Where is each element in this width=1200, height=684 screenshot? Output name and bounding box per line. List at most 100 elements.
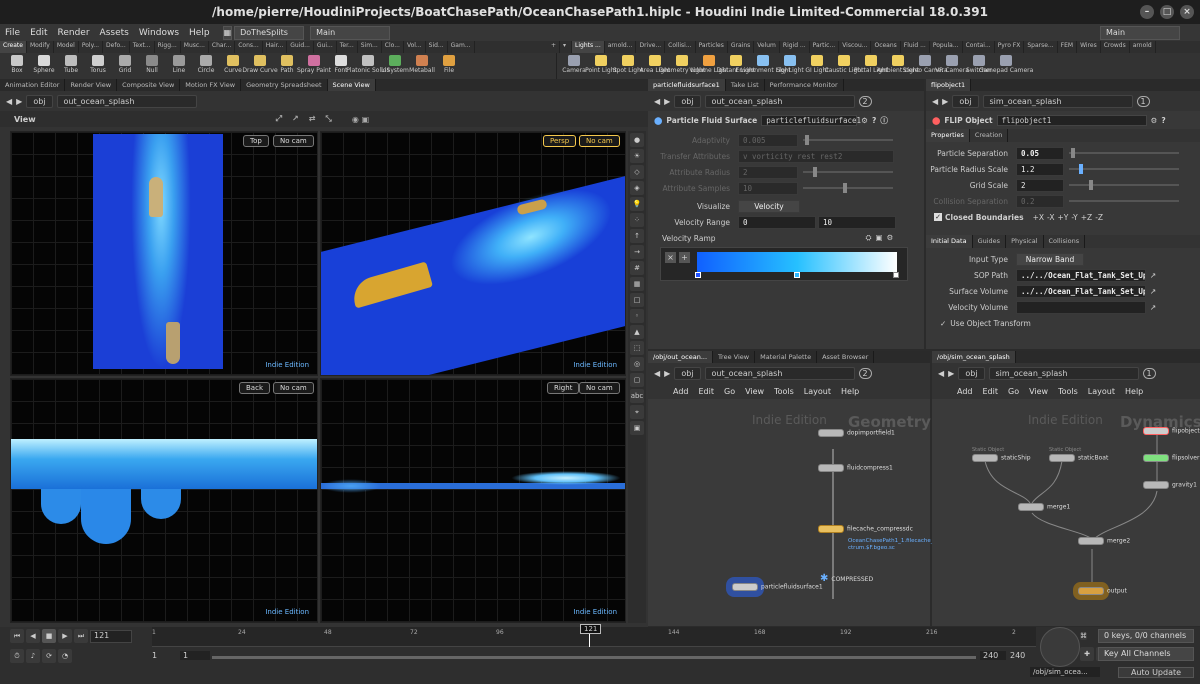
node-merge2[interactable]: merge2 bbox=[1078, 537, 1130, 545]
shelf-tool-null[interactable]: Null bbox=[139, 53, 165, 79]
tab-creation[interactable]: Creation bbox=[970, 129, 1009, 142]
shelf-add-icon[interactable]: + bbox=[548, 41, 560, 53]
adaptivity-field[interactable]: 0.005 bbox=[738, 133, 798, 147]
shelf-tool-box[interactable]: Box bbox=[4, 53, 30, 79]
shelf-tool-spot-light[interactable]: Spot Light bbox=[613, 53, 643, 79]
auto-update-button[interactable]: Auto Update bbox=[1118, 667, 1194, 678]
shelf-tool-spray-paint[interactable]: Spray Paint bbox=[297, 53, 331, 79]
node-chooser-icon[interactable]: ↗ bbox=[1150, 303, 1156, 312]
viewport-right-view-button[interactable]: Right bbox=[547, 382, 580, 394]
shelf-tool-line[interactable]: Line bbox=[166, 53, 192, 79]
particle-separation-field[interactable]: 0.05 bbox=[1016, 146, 1064, 160]
sound-icon[interactable]: ♪ bbox=[26, 649, 40, 663]
grid-toggle-icon[interactable]: ▦ bbox=[630, 277, 644, 291]
shelf-tool-environment-light[interactable]: Environment Light bbox=[735, 53, 791, 79]
tab-network[interactable]: /obj/out_ocean... bbox=[648, 351, 714, 363]
node-particlefluidsurface1[interactable]: particlefluidsurface1 bbox=[732, 583, 823, 591]
shelf-tool-gi-light[interactable]: GI Light bbox=[804, 53, 830, 79]
global-start-frame[interactable]: 1 bbox=[152, 651, 178, 660]
node-output[interactable]: output bbox=[1078, 587, 1127, 595]
net-help-menu[interactable]: Help bbox=[836, 387, 864, 396]
attribute-samples-field[interactable]: 10 bbox=[738, 181, 798, 195]
shelf-tab[interactable]: Wires bbox=[1077, 41, 1101, 53]
axis-pz-toggle[interactable]: +Z bbox=[1081, 213, 1092, 222]
shelf-tool-font[interactable]: Font bbox=[328, 53, 354, 79]
axis-px-toggle[interactable]: +X bbox=[1033, 213, 1044, 222]
help-icon[interactable]: ? bbox=[1161, 116, 1165, 125]
shelf-tab[interactable]: Hair... bbox=[263, 41, 288, 53]
shelf-tool-vr-camera[interactable]: VR Camera bbox=[935, 53, 969, 79]
close-icon[interactable]: × bbox=[1180, 5, 1194, 19]
forward-icon[interactable]: ▶ bbox=[16, 97, 22, 106]
shelf-tab[interactable]: Musc... bbox=[181, 41, 209, 53]
shelf-tool-camera[interactable]: Camera bbox=[561, 53, 587, 79]
back-icon[interactable]: ◀ bbox=[932, 97, 938, 106]
step-back-icon[interactable]: ◀ bbox=[26, 629, 40, 643]
tab-guides[interactable]: Guides bbox=[973, 235, 1007, 248]
tab-initial-data[interactable]: Initial Data bbox=[926, 235, 973, 248]
viewport-persp[interactable]: Persp No cam Indie Edition bbox=[320, 131, 626, 376]
viewport-top-cam-button[interactable]: No cam bbox=[273, 135, 314, 147]
jump-start-icon[interactable]: ⏮ bbox=[10, 629, 24, 643]
shelf-tool-volume-light[interactable]: Volume Light bbox=[689, 53, 729, 79]
node-dopimportfield1[interactable]: dopimportfield1 bbox=[818, 429, 895, 437]
collision-separation-field[interactable]: 0.2 bbox=[1016, 194, 1064, 208]
shelf-tool-tube[interactable]: Tube bbox=[58, 53, 84, 79]
tab-motion-fx-view[interactable]: Motion FX View bbox=[180, 79, 242, 91]
attribute-radius-field[interactable]: 2 bbox=[738, 165, 798, 179]
shelf-tool-portal-light[interactable]: Portal Light bbox=[854, 53, 888, 79]
display-options-icon[interactable]: ◉ ▣ bbox=[352, 115, 369, 124]
shelf-tab[interactable]: Lights ... bbox=[572, 41, 605, 53]
shelf-tab[interactable]: Gam... bbox=[448, 41, 475, 53]
forward-icon[interactable]: ▶ bbox=[664, 97, 670, 106]
forward-icon[interactable]: ▶ bbox=[664, 369, 670, 378]
grid-scale-field[interactable]: 2 bbox=[1016, 178, 1064, 192]
axis-ny-toggle[interactable]: -Y bbox=[1071, 213, 1077, 222]
shelf-tab[interactable]: Ter... bbox=[337, 41, 358, 53]
shelf-tool-caustic-light[interactable]: Caustic Light bbox=[825, 53, 864, 79]
sop-path-field[interactable]: ../../Ocean_Flat_Tank_Set_Up/ bbox=[1016, 268, 1146, 282]
shelf-tab[interactable]: Rigg... bbox=[155, 41, 181, 53]
closed-boundaries-checkbox[interactable]: ✓ bbox=[934, 213, 942, 221]
shelf-tab[interactable]: Sparse... bbox=[1024, 41, 1058, 53]
point-display-icon[interactable]: ⁘ bbox=[630, 213, 644, 227]
particle-radius-scale-field[interactable]: 1.2 bbox=[1016, 162, 1064, 176]
axis-nx-toggle[interactable]: -X bbox=[1047, 213, 1054, 222]
shelf-tool-stereo-camera[interactable]: Stereo Camera bbox=[903, 53, 948, 79]
vertex-icon[interactable]: ◦ bbox=[630, 309, 644, 323]
node-staticShip[interactable]: staticShip bbox=[972, 454, 1031, 462]
shelf-tab[interactable]: arnold... bbox=[605, 41, 637, 53]
shelf-tab[interactable]: Guid... bbox=[287, 41, 314, 53]
minimize-icon[interactable]: – bbox=[1140, 5, 1154, 19]
menu-assets[interactable]: Assets bbox=[95, 28, 134, 38]
normals-icon[interactable]: ↑ bbox=[630, 229, 644, 243]
view-tools-icons[interactable]: ⤢↗⇄⤡ bbox=[276, 114, 342, 124]
jog-wheel[interactable] bbox=[1040, 627, 1080, 667]
playback-options-icon[interactable]: ◔ bbox=[58, 649, 72, 663]
shelf-tab[interactable]: Crowds bbox=[1101, 41, 1130, 53]
tab-animation-editor[interactable]: Animation Editor bbox=[0, 79, 66, 91]
back-icon[interactable]: ◀ bbox=[654, 97, 660, 106]
shelf-tool-file[interactable]: File bbox=[436, 53, 462, 79]
shelf-tab[interactable]: Model bbox=[54, 41, 79, 53]
viewport-back-view-button[interactable]: Back bbox=[239, 382, 270, 394]
add-key-icon[interactable]: ✚ bbox=[1080, 647, 1094, 661]
shelf-tool-torus[interactable]: Torus bbox=[85, 53, 111, 79]
frame-ruler[interactable]: 1244872961211441681922162 121 bbox=[152, 624, 1036, 647]
net-edit-menu[interactable]: Edit bbox=[694, 387, 720, 396]
node-chooser-icon[interactable]: ↗ bbox=[1150, 271, 1156, 280]
node-flipobject1[interactable]: flipobject1 bbox=[1143, 427, 1200, 435]
shading-icon[interactable]: ● bbox=[630, 133, 644, 147]
key-all-channels[interactable]: Key All Channels bbox=[1098, 647, 1194, 661]
shelf-tool-curve[interactable]: Curve bbox=[220, 53, 246, 79]
velocity-volume-field[interactable] bbox=[1016, 300, 1146, 314]
info-icon[interactable]: ⓘ bbox=[880, 115, 888, 126]
uv-icon[interactable]: ⬚ bbox=[630, 341, 644, 355]
shelf-tool-l-system[interactable]: L-System bbox=[381, 53, 409, 79]
axis-nz-toggle[interactable]: -Z bbox=[1095, 213, 1103, 222]
node-filecache[interactable]: filecache_compressdc bbox=[818, 525, 913, 533]
node-gravity1[interactable]: gravity1 bbox=[1143, 481, 1197, 489]
ramp-key-3[interactable] bbox=[893, 272, 899, 278]
shelf-tool-area-light[interactable]: Area Light bbox=[640, 53, 670, 79]
path-node[interactable]: sim_ocean_splash bbox=[982, 94, 1133, 108]
